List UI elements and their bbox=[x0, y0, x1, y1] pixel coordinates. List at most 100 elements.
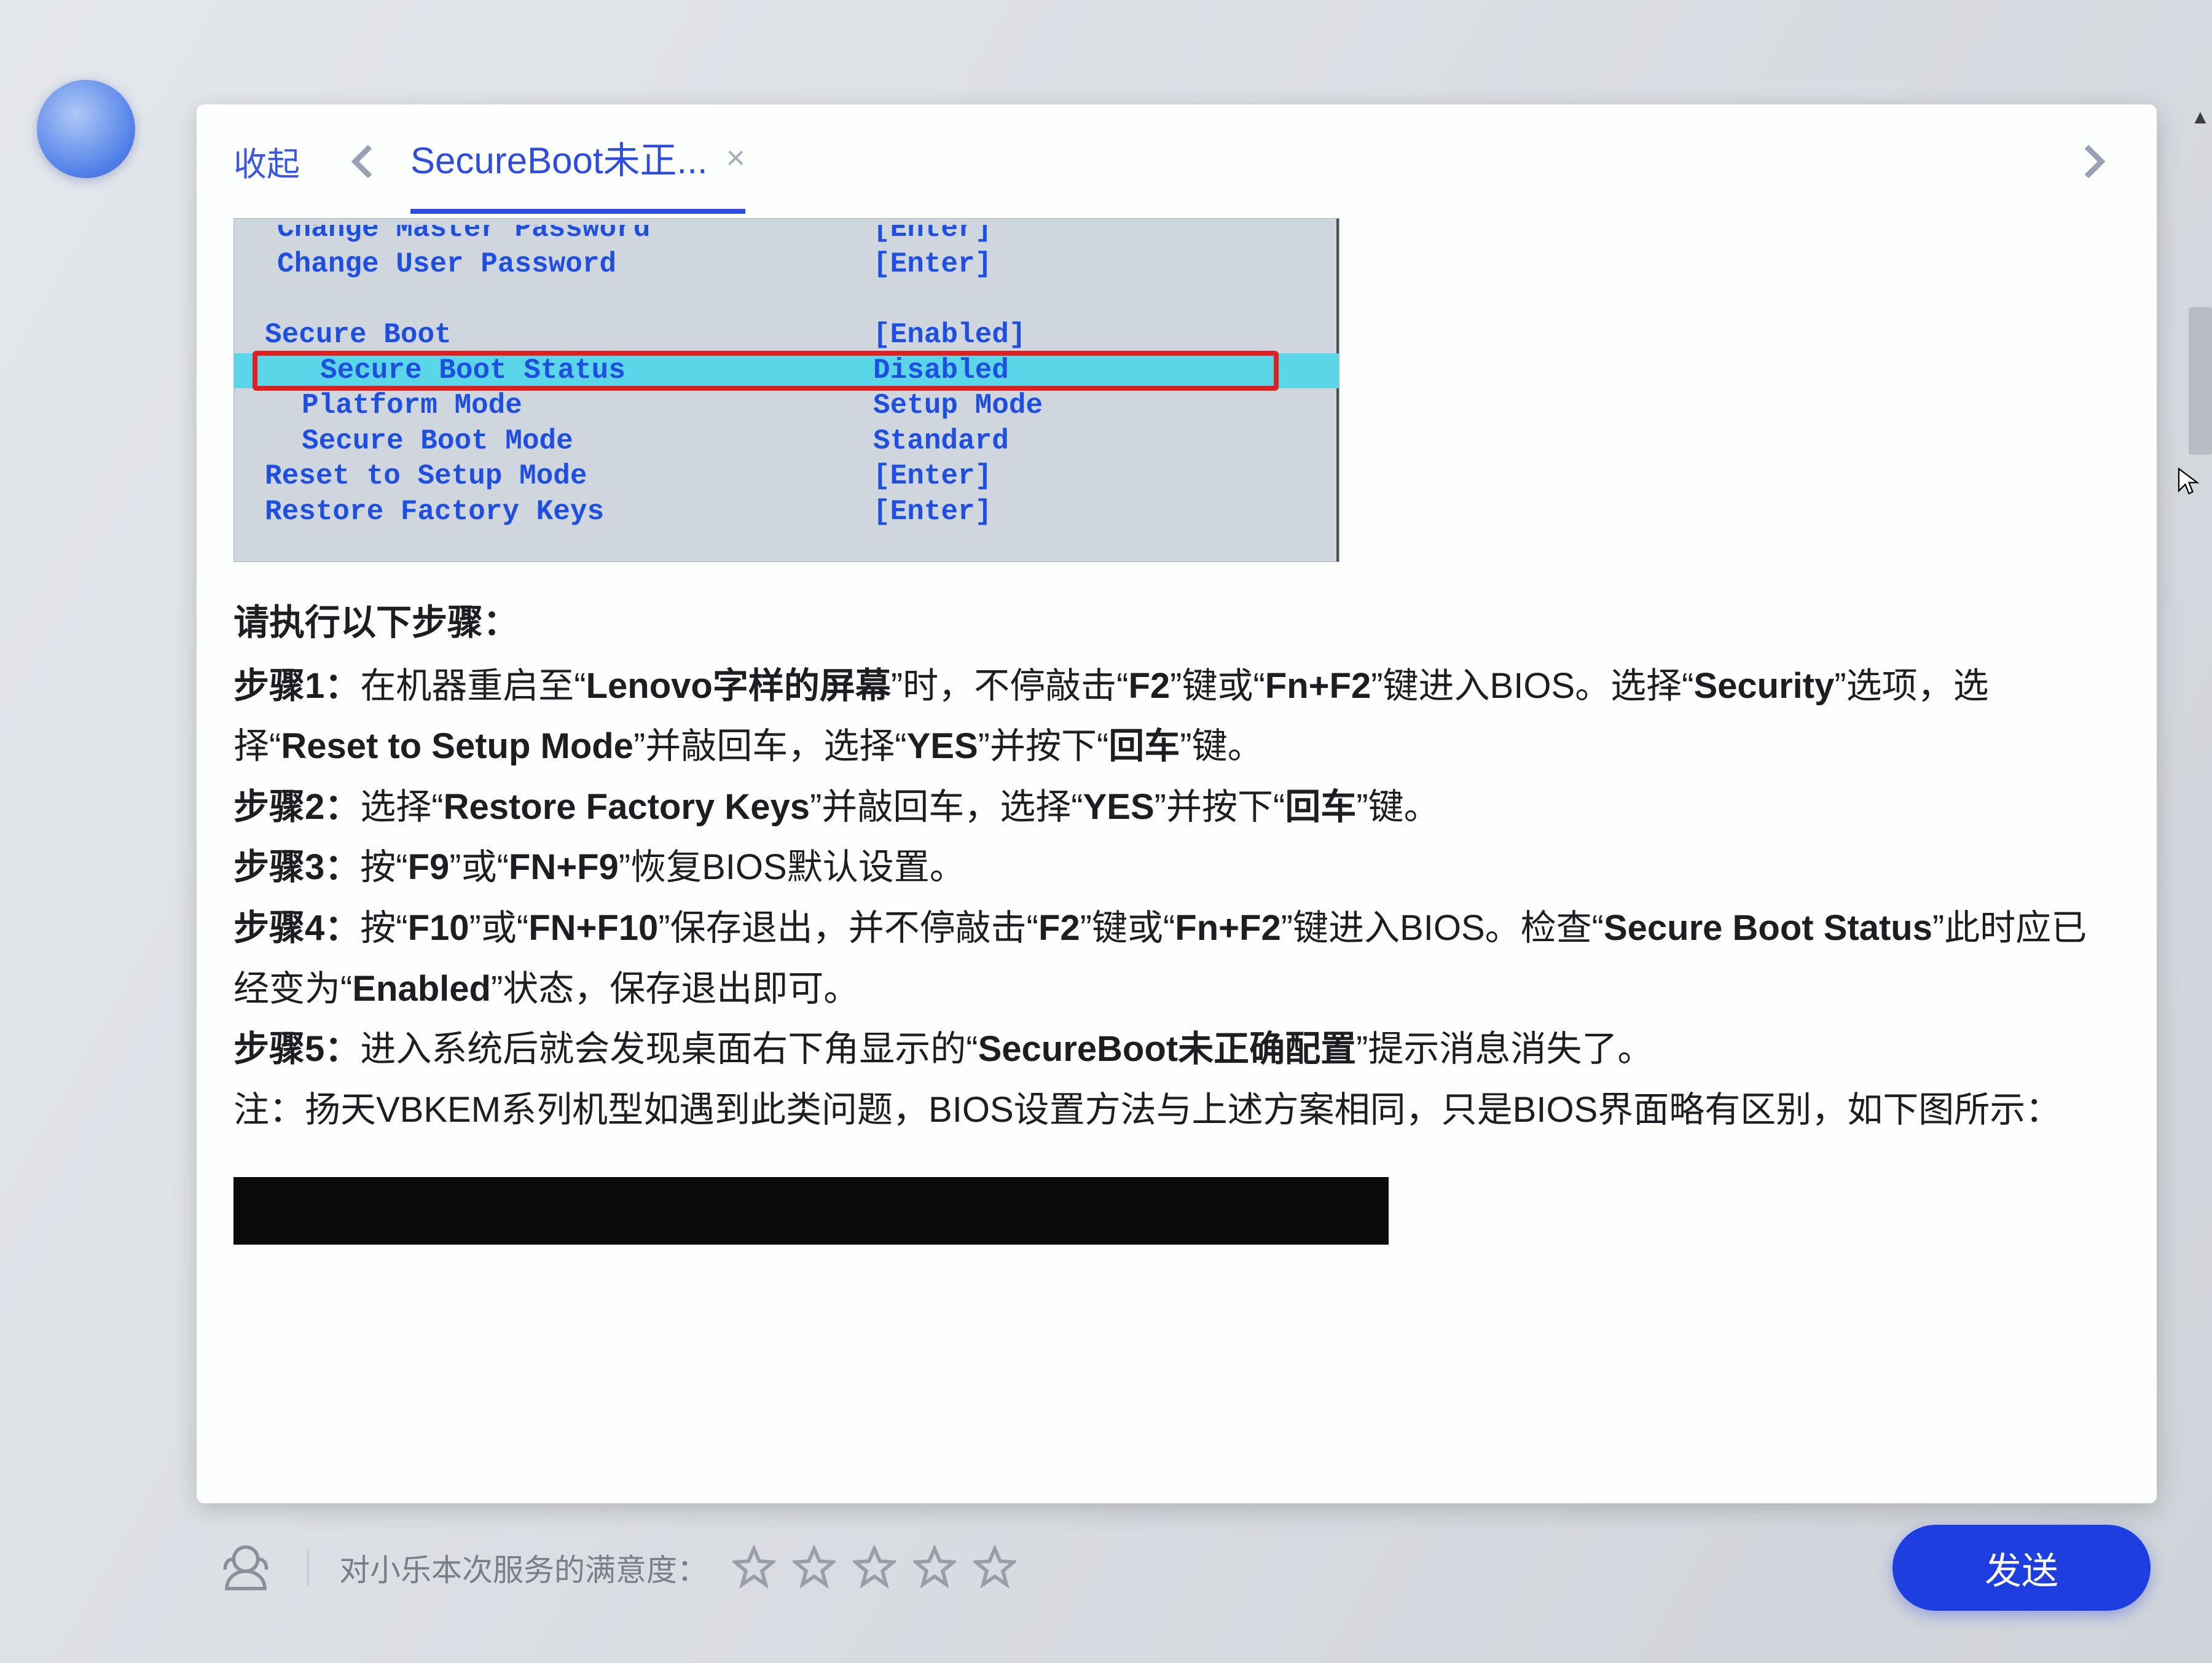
bios-label: Restore Factory Keys bbox=[253, 495, 873, 530]
rating-stars bbox=[732, 1545, 1016, 1591]
bios-label: Secure Boot bbox=[253, 318, 873, 353]
bios-row: Restore Factory Keys[Enter] bbox=[253, 495, 1320, 530]
back-arrow-icon[interactable] bbox=[337, 134, 392, 189]
next-screenshot-placeholder bbox=[233, 1177, 1389, 1245]
bios-row: Secure Boot StatusDisabled bbox=[234, 353, 1339, 389]
rating-star[interactable] bbox=[853, 1545, 896, 1591]
bios-value: [Enter] bbox=[873, 225, 1320, 233]
collapse-link[interactable]: 收起 bbox=[215, 137, 318, 186]
bold-text: Security bbox=[1693, 666, 1834, 706]
bios-value: Setup Mode bbox=[873, 388, 1320, 424]
step-number: 步骤5： bbox=[233, 1029, 360, 1069]
article-step: 步骤3：按“F9”或“FN+F9”恢复BIOS默认设置。 bbox=[233, 837, 2101, 898]
article-step: 步骤5：进入系统后就会发现桌面右下角显示的“SecureBoot未正确配置”提示… bbox=[233, 1019, 2101, 1080]
article-note: 注：扬天VBKEM系列机型如遇到此类问题，BIOS设置方法与上述方案相同，只是B… bbox=[233, 1080, 2101, 1141]
bold-text: Reset to Setup Mode bbox=[281, 726, 633, 766]
bios-row: Reset to Setup Mode[Enter] bbox=[253, 459, 1320, 495]
bios-value: [Enabled] bbox=[873, 318, 1320, 353]
plain-text: ”并敲回车，选择“ bbox=[633, 726, 907, 766]
plain-text: ”键进入BIOS。选择“ bbox=[1371, 666, 1693, 706]
plain-text: ”键。 bbox=[1356, 787, 1439, 827]
bold-text: Fn+F2 bbox=[1265, 666, 1371, 706]
plain-text: 选择“ bbox=[360, 787, 443, 827]
vertical-scrollbar[interactable]: ▲ bbox=[2189, 104, 2212, 1503]
bold-text: F9 bbox=[408, 847, 450, 887]
plain-text: ”提示消息消失了。 bbox=[1356, 1029, 1653, 1069]
article-step: 步骤4：按“F10”或“FN+F10”保存退出，并不停敲击“F2”键或“Fn+F… bbox=[233, 898, 2101, 1019]
scroll-up-arrow-icon[interactable]: ▲ bbox=[2189, 104, 2212, 129]
rating-star[interactable] bbox=[913, 1545, 956, 1591]
panel-header: 收起 SecureBoot未正... × bbox=[197, 104, 2157, 218]
tab-secureboot[interactable]: SecureBoot未正... × bbox=[410, 131, 745, 192]
plain-text: ”键进入BIOS。检查“ bbox=[1281, 908, 1604, 948]
bios-row: Platform ModeSetup Mode bbox=[253, 388, 1320, 424]
bios-value bbox=[873, 283, 1320, 318]
plain-text: ”状态，保存退出即可。 bbox=[491, 969, 859, 1009]
bios-value: [Enter] bbox=[873, 247, 1320, 283]
bold-text: Enabled bbox=[352, 969, 491, 1009]
article-text: 请执行以下步骤： 步骤1：在机器重启至“Lenovo字样的屏幕”时，不停敲击“F… bbox=[233, 593, 2101, 1245]
bios-label: Platform Mode bbox=[253, 388, 873, 424]
bold-text: Secure Boot Status bbox=[1604, 908, 1932, 948]
bold-text: Lenovo字样的屏幕 bbox=[586, 666, 891, 706]
rating-star[interactable] bbox=[793, 1545, 836, 1591]
plain-text: ”并按下“ bbox=[978, 726, 1109, 766]
bios-row: Secure Boot ModeStandard bbox=[253, 424, 1320, 460]
step-number: 步骤3： bbox=[233, 847, 360, 887]
assistant-bulb-icon bbox=[37, 80, 135, 178]
plain-text: ”或“ bbox=[469, 908, 529, 948]
plain-text: ”并敲回车，选择“ bbox=[810, 787, 1083, 827]
article-lead: 请执行以下步骤： bbox=[233, 593, 2101, 654]
plain-text: ”并按下“ bbox=[1155, 787, 1285, 827]
bios-row: Secure Boot[Enabled] bbox=[253, 318, 1320, 353]
bios-value: Disabled bbox=[873, 353, 1320, 389]
panel-body: Change Master Password[Enter]Change User… bbox=[197, 218, 2157, 1503]
plain-text: ”键。 bbox=[1180, 726, 1263, 766]
bios-value: [Enter] bbox=[873, 495, 1320, 530]
bios-value: Standard bbox=[873, 424, 1320, 460]
bios-label: Secure Boot Mode bbox=[253, 424, 873, 460]
rating-star[interactable] bbox=[732, 1545, 775, 1591]
plain-text: 按“ bbox=[360, 847, 407, 887]
scrollbar-track[interactable] bbox=[2189, 129, 2212, 1503]
plain-text: ”键或“ bbox=[1170, 666, 1265, 706]
bold-text: F10 bbox=[408, 908, 469, 948]
bold-text: Fn+F2 bbox=[1175, 908, 1281, 948]
bottom-bar: 对小乐本次服务的满意度： 发送 bbox=[197, 1516, 2157, 1620]
step-number: 步骤4： bbox=[233, 908, 360, 948]
mouse-cursor-icon bbox=[2175, 467, 2205, 496]
bios-value: [Enter] bbox=[873, 459, 1320, 495]
article-step: 步骤2：选择“Restore Factory Keys”并敲回车，选择“YES”… bbox=[233, 777, 2101, 838]
bios-label bbox=[253, 283, 873, 318]
bold-text: SecureBoot未正确配置 bbox=[978, 1029, 1357, 1069]
bold-text: F2 bbox=[1128, 666, 1170, 706]
bold-text: FN+F10 bbox=[528, 908, 658, 948]
divider bbox=[307, 1549, 308, 1586]
bold-text: YES bbox=[907, 726, 978, 766]
bios-label: Change Master Password bbox=[253, 225, 873, 233]
plain-text: ”或“ bbox=[449, 847, 509, 887]
article-panel: 收起 SecureBoot未正... × Change Master Passw… bbox=[197, 104, 2157, 1503]
bios-row bbox=[253, 283, 1320, 318]
bios-label: Change User Password bbox=[253, 247, 873, 283]
scrollbar-thumb[interactable] bbox=[2189, 307, 2212, 455]
plain-text: ”时，不停敲击“ bbox=[891, 666, 1129, 706]
bios-label: Secure Boot Status bbox=[253, 353, 873, 389]
bold-text: 回车 bbox=[1108, 726, 1180, 766]
rating-star[interactable] bbox=[973, 1545, 1016, 1591]
bold-text: FN+F9 bbox=[509, 847, 619, 887]
bold-text: YES bbox=[1083, 787, 1155, 827]
bios-label: Reset to Setup Mode bbox=[253, 459, 873, 495]
plain-text: ”恢复BIOS默认设置。 bbox=[619, 847, 965, 887]
plain-text: 在机器重启至“ bbox=[360, 666, 586, 706]
bold-text: F2 bbox=[1038, 908, 1080, 948]
plain-text: ”键或“ bbox=[1080, 908, 1175, 948]
bios-row: Change User Password[Enter] bbox=[253, 247, 1320, 283]
forward-arrow-icon[interactable] bbox=[2065, 134, 2120, 189]
bios-screenshot: Change Master Password[Enter]Change User… bbox=[233, 218, 1339, 562]
plain-text: 进入系统后就会发现桌面右下角显示的“ bbox=[360, 1029, 978, 1069]
send-button[interactable]: 发送 bbox=[1892, 1525, 2151, 1611]
tab-underline bbox=[410, 209, 745, 214]
tab-close-icon[interactable]: × bbox=[726, 139, 746, 177]
agent-icon[interactable] bbox=[215, 1537, 276, 1598]
